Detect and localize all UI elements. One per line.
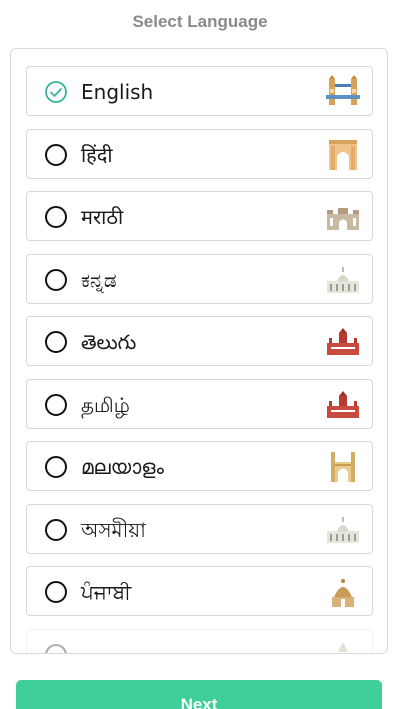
language-option-telugu[interactable]: తెలుగు [26,316,373,366]
language-option-malayalam[interactable]: മലയാളം [26,441,373,491]
radio-button[interactable] [45,643,67,653]
language-option-tamil[interactable]: தமிழ் [26,378,373,429]
vidhana-soudha-icon [327,516,359,543]
gateway-of-india-icon [327,208,359,230]
language-label: తెలుగు [81,330,137,354]
radio-button[interactable] [45,393,67,416]
vidhana-soudha-icon [327,266,359,293]
check-circle-icon [45,81,67,103]
language-option-marathi[interactable]: मराठी [26,191,373,241]
radio-button[interactable] [45,518,67,541]
radio-button[interactable] [45,581,67,603]
next-button[interactable]: Next [16,680,382,709]
temple-icon [332,579,354,607]
language-option-partial[interactable] [26,628,373,653]
language-option-punjabi[interactable]: ਪੰਜਾਬੀ [26,566,373,616]
language-option-assamese[interactable]: অসমীয়া [26,503,373,554]
tower-bridge-icon [326,75,360,105]
language-label: मराठी [81,205,124,229]
language-list-panel: English हिंदी मराठी ಕನ್ನಡ తెలుగు தமிழ் മ… [10,48,388,654]
language-label: മലയാളം [81,455,164,479]
language-label: தமிழ் [81,392,130,417]
page-title: Select Language [132,12,268,31]
palace-icon [327,390,359,418]
language-label: ಕನ್ನಡ [81,267,117,292]
language-label: हिंदी [81,142,113,167]
language-label: অসমীয়া [81,517,146,542]
language-option-english[interactable]: English [26,66,373,116]
language-label: ਪੰਜਾਬੀ [81,580,132,604]
palace-icon [327,328,359,355]
charminar-icon [331,452,355,482]
language-option-kannada[interactable]: ಕನ್ನಡ [26,253,373,304]
radio-button[interactable] [45,206,67,228]
radio-button[interactable] [45,331,67,353]
radio-button[interactable] [45,143,67,166]
radio-button[interactable] [45,268,67,291]
language-label: English [81,80,154,104]
temple-icon [338,641,348,652]
radio-button[interactable] [45,456,67,478]
language-option-hindi[interactable]: हिंदी [26,128,373,179]
language-list: English हिंदी मराठी ಕನ್ನಡ తెలుగు தமிழ் മ… [26,66,373,653]
india-gate-icon [329,139,357,170]
